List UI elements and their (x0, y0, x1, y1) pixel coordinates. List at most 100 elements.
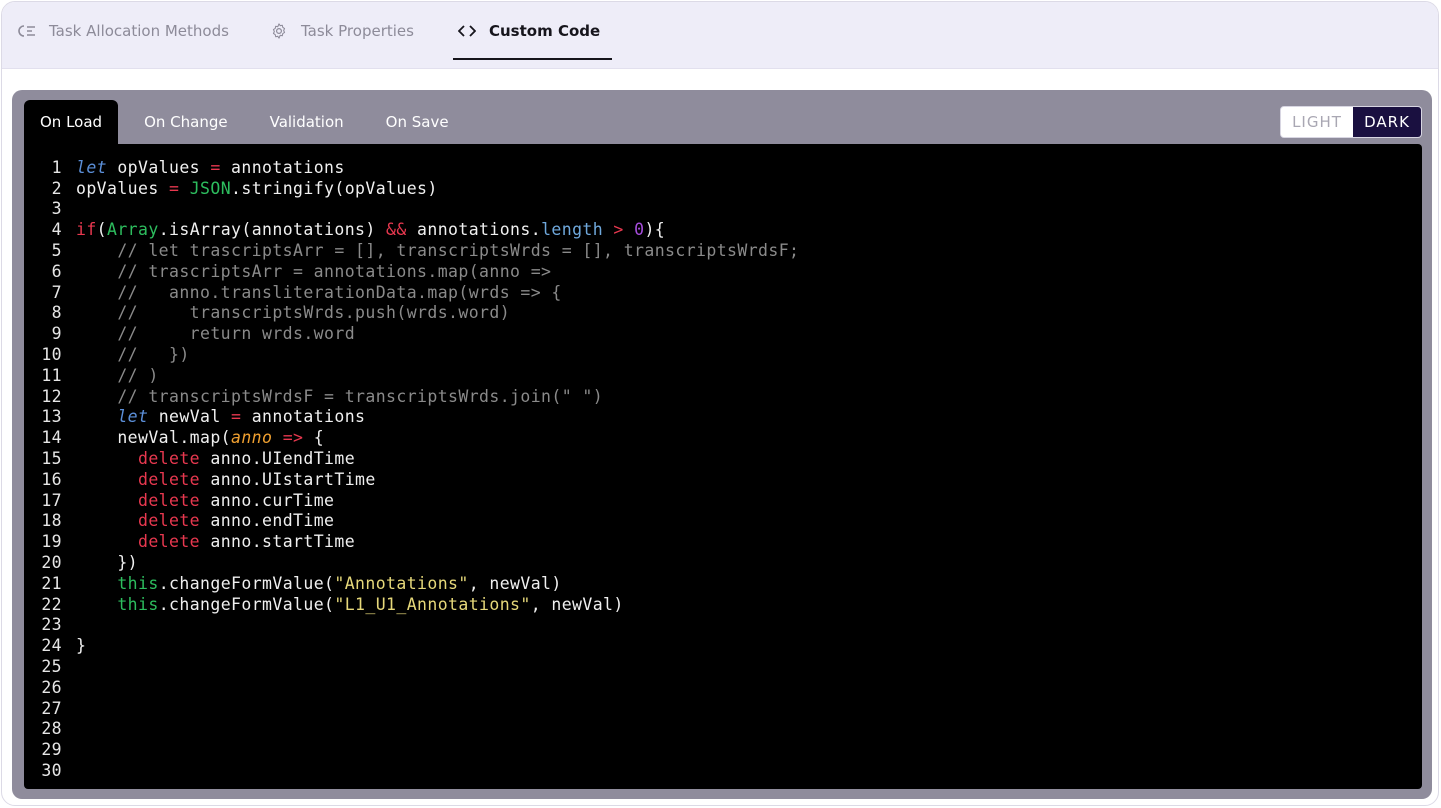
code-token: // let trascriptsArr = [], transcriptsWr… (117, 241, 800, 261)
code-token: newVal (148, 407, 232, 427)
dark-theme-button[interactable]: DARK (1353, 107, 1421, 137)
code-text: delete anno.endTime (76, 511, 334, 530)
line-number: 7 (51, 282, 62, 302)
code-text: delete anno.UIstartTime (76, 470, 376, 489)
line-number: 20 (41, 553, 62, 573)
code-editor[interactable]: 1 let opValues = annotations 2 opValues = J… (24, 144, 1422, 789)
tab-label: Custom Code (489, 22, 601, 40)
code-token: delete (138, 532, 201, 552)
code-text: // trascriptsArr = annotations.map(anno … (76, 262, 551, 281)
code-token: anno (231, 428, 273, 448)
line-number: 24 (41, 636, 62, 656)
code-token: // transcriptsWrds.push(wrds.word) (117, 303, 511, 323)
code-token: && (386, 220, 407, 240)
line-number: 17 (41, 490, 62, 510)
code-token: = (169, 178, 180, 198)
line-number: 18 (41, 511, 62, 531)
code-token: , newVal) (468, 573, 562, 593)
code-token: this (117, 573, 159, 593)
tab-task-properties[interactable]: Task Properties (269, 2, 414, 60)
code-token: ){ (644, 220, 666, 240)
code-text: newVal.map(anno => { (76, 428, 324, 447)
code-brackets-icon (457, 21, 477, 41)
tab-label: Task Allocation Methods (49, 22, 229, 40)
code-token: opValues (107, 157, 211, 177)
code-text: // anno.transliterationData.map(wrds => … (76, 283, 562, 302)
code-text: this.changeFormValue("L1_U1_Annotations"… (76, 595, 624, 614)
code-line: 12 // transcriptsWrdsF = transcriptsWrds… (24, 386, 799, 407)
line-number: 13 (41, 407, 62, 427)
line-number: 19 (41, 532, 62, 552)
code-text: delete anno.startTime (76, 532, 355, 551)
code-text: let newVal = annotations (76, 407, 365, 426)
code-line: 6 // trascriptsArr = annotations.map(ann… (24, 261, 799, 282)
code-line: 7 // anno.transliterationData.map(wrds =… (24, 282, 799, 303)
code-token: .isArray(annotations) (158, 220, 387, 240)
line-number: 29 (41, 740, 62, 760)
code-token: length (541, 220, 604, 240)
code-token: newVal.map( (76, 428, 232, 448)
code-text: delete anno.curTime (76, 491, 334, 510)
code-text: // let trascriptsArr = [], transcriptsWr… (76, 241, 799, 260)
code-token: delete (138, 511, 201, 531)
code-token: // }) (117, 345, 190, 365)
line-number: 15 (41, 449, 62, 469)
tab-validation[interactable]: Validation (254, 100, 360, 144)
code-line: 10 // }) (24, 344, 799, 365)
code-line: 23 (24, 615, 799, 636)
code-line: 19 delete anno.startTime (24, 531, 799, 552)
code-line: 30 (24, 760, 799, 781)
code-editor-panel: On Load On Change Validation On Save LIG… (12, 90, 1432, 799)
code-line: 21 this.changeFormValue("Annotations", n… (24, 573, 799, 594)
code-line: 8 // transcriptsWrds.push(wrds.word) (24, 303, 799, 324)
code-token: "Annotations" (334, 573, 469, 593)
code-line: 25 (24, 656, 799, 677)
code-token: // ) (117, 365, 159, 385)
line-number: 5 (51, 241, 62, 261)
code-token: anno.UIstartTime (200, 469, 376, 489)
code-text: delete anno.UIendTime (76, 449, 355, 468)
code-token: { (303, 428, 325, 448)
code-line: 20 }) (24, 552, 799, 573)
code-line: 1 let opValues = annotations (24, 157, 799, 178)
code-token: .changeFormValue( (158, 573, 335, 593)
light-theme-button[interactable]: LIGHT (1281, 107, 1353, 137)
code-line: 17 delete anno.curTime (24, 490, 799, 511)
line-number: 23 (41, 615, 62, 635)
code-token: anno.startTime (200, 532, 356, 552)
line-number: 11 (41, 365, 62, 385)
code-token: 0 (634, 220, 645, 240)
code-token: anno.endTime (200, 511, 335, 531)
code-text: }) (76, 553, 138, 572)
tab-custom-code[interactable]: Custom Code (452, 2, 613, 60)
code-line: 5 // let trascriptsArr = [], transcripts… (24, 240, 799, 261)
code-token: annotations. (406, 220, 542, 240)
line-number: 8 (51, 303, 62, 323)
code-token: "L1_U1_Annotations" (334, 594, 531, 614)
code-token: delete (138, 490, 201, 510)
list-check-icon (17, 21, 37, 41)
tab-on-save[interactable]: On Save (370, 100, 465, 144)
code-token: .stringify(opValues) (231, 178, 438, 198)
code-line: 24} (24, 635, 799, 656)
code-token: // trascriptsArr = annotations.map(anno … (117, 261, 552, 281)
line-number: 26 (41, 677, 62, 697)
code-line: 22 this.changeFormValue("L1_U1_Annotatio… (24, 594, 799, 615)
tab-on-load[interactable]: On Load (24, 100, 119, 144)
tab-task-allocation-methods[interactable]: Task Allocation Methods (17, 2, 229, 60)
code-text: this.changeFormValue("Annotations", newV… (76, 574, 562, 593)
tab-on-change[interactable]: On Change (128, 100, 244, 144)
code-token: // transcriptsWrdsF = transcriptsWrds.jo… (117, 386, 604, 406)
